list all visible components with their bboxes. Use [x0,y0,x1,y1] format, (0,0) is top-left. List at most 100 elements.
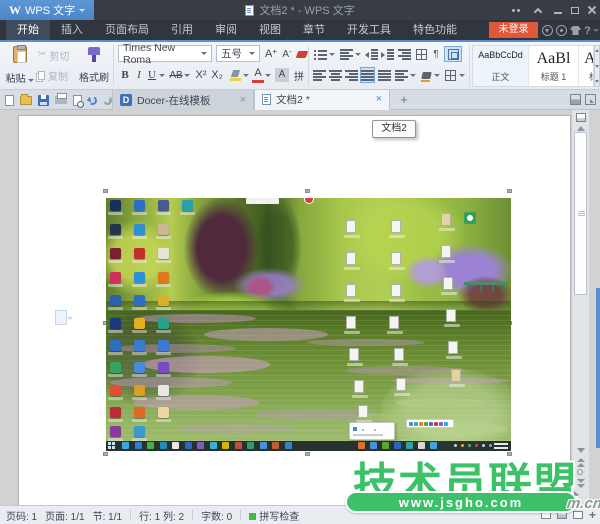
tab-view[interactable]: 视图 [248,20,292,40]
help-icon[interactable]: ? [585,24,598,37]
paragraph-layout-button[interactable] [444,46,462,62]
style-heading1[interactable]: AaBl 标题 1 [529,46,579,86]
document-page[interactable] [18,115,571,505]
tab-page-layout[interactable]: 页面布局 [94,20,160,40]
font-size-select[interactable]: 五号 [216,45,260,62]
highlight-dropdown[interactable] [242,67,250,83]
bold-button[interactable]: B [118,67,132,83]
shading-dropdown[interactable] [433,67,441,83]
selection-handle[interactable] [507,189,512,193]
selection-handle[interactable] [305,452,310,456]
close-tab-icon[interactable]: × [376,94,382,105]
bullets-dropdown[interactable] [328,46,336,62]
grow-font-button[interactable]: A+ [264,46,278,62]
cut-button[interactable]: ✂剪切 [38,48,69,62]
wps-menu-button[interactable]: W WPS 文字 [0,0,94,20]
subscript-button[interactable]: X₂ [209,67,225,83]
styles-scroll-strip[interactable] [594,45,600,87]
margin-widget-icon[interactable] [55,310,67,325]
tab-home[interactable]: 开始 [6,20,50,40]
font-family-select[interactable]: Times New Roma [118,45,212,62]
switch-window-icon[interactable] [585,94,596,105]
tab-review[interactable]: 审阅 [204,20,248,40]
close-button[interactable] [584,0,600,20]
numbering-dropdown[interactable] [354,46,362,62]
minimize-button[interactable] [550,0,566,20]
spell-check[interactable]: 拼写检查 [249,508,299,523]
selection-handle[interactable] [103,452,108,456]
borders-button[interactable] [443,67,458,83]
numbering-button[interactable] [338,46,354,62]
style-normal[interactable]: AaBbCcDd 正文 [473,46,529,86]
borders-dropdown[interactable] [458,67,466,83]
strikethrough-button[interactable]: AB [168,67,184,83]
new-tab-button[interactable]: + [396,92,412,108]
decrease-indent-button[interactable] [364,46,379,62]
show-marks-button[interactable] [430,46,442,62]
tab-list-icon[interactable] [570,94,581,105]
vertical-scrollbar[interactable] [571,110,589,505]
collapse-icon[interactable] [530,0,546,20]
web-view-icon[interactable] [573,511,583,519]
print-preview-icon[interactable] [73,95,82,106]
save-icon[interactable] [38,95,49,106]
align-right-button[interactable] [344,67,359,83]
login-button[interactable]: 未登录 [489,22,538,38]
document-image[interactable] [106,198,511,451]
copy-button[interactable]: 复制 [38,68,68,82]
pinyin-guide-button[interactable]: 拼 [292,67,306,83]
undo-icon[interactable] [87,94,98,105]
scroll-up-arrow[interactable] [577,126,585,131]
tab-insert[interactable]: 插入 [50,20,94,40]
history-icon[interactable] [555,24,568,37]
shrink-font-button[interactable]: A- [280,46,294,62]
maximize-button[interactable] [567,0,583,20]
tab-references[interactable]: 引用 [160,20,204,40]
new-document-icon[interactable] [5,95,14,106]
bullets-button[interactable] [312,46,328,62]
doc-tab-document2[interactable]: 文档2 * × [254,90,390,110]
font-color-button[interactable]: A [252,67,264,83]
download-icon[interactable] [541,24,554,37]
previous-page-button[interactable] [577,458,585,468]
open-folder-icon[interactable] [20,96,32,105]
justify-button[interactable] [360,67,375,83]
style-heading2[interactable]: Aa 标 [579,46,594,86]
tab-special-features[interactable]: 特色功能 [402,20,468,40]
superscript-button[interactable]: X² [193,67,209,83]
paste-button[interactable]: 粘贴 [5,44,35,87]
align-center-button[interactable] [328,67,343,83]
highlight-button[interactable] [228,67,242,83]
tab-section[interactable]: 章节 [292,20,336,40]
scroll-thumb[interactable] [574,132,587,295]
format-painter-button[interactable]: 格式刷 [76,44,112,87]
line-spacing-dropdown[interactable] [409,67,417,83]
doc-tab-docer[interactable]: D Docer-在线模板 × [112,90,254,110]
shading-button[interactable] [419,67,433,83]
underline-button[interactable]: U [146,67,158,83]
scroll-down-arrow[interactable] [577,448,585,453]
word-count[interactable]: 字数: 0 [201,508,232,523]
align-left-button[interactable] [312,67,327,83]
close-tab-icon[interactable]: × [240,95,246,106]
line-spacing-button[interactable] [394,67,409,83]
table-grid-button[interactable] [414,46,429,62]
ruler-toggle-icon[interactable] [576,113,586,122]
tab-developer[interactable]: 开发工具 [336,20,402,40]
underline-dropdown[interactable] [158,67,166,83]
font-color-dropdown[interactable] [264,67,272,83]
next-page-button[interactable] [577,479,585,489]
strikethrough-dropdown[interactable] [183,67,191,83]
char-shading-button[interactable]: A [274,67,290,83]
clear-format-button[interactable] [296,46,308,62]
line-column-indicator: 行: 1 列: 2 [139,508,184,523]
selection-handle[interactable] [305,189,310,193]
italic-button[interactable]: I [133,67,145,83]
selection-handle[interactable] [103,189,108,193]
increase-indent-button[interactable] [380,46,395,62]
print-icon[interactable] [55,96,67,104]
distribute-button[interactable] [377,67,392,83]
more-options-icon[interactable] [508,0,524,20]
text-direction-button[interactable] [397,46,412,62]
skin-icon[interactable] [569,24,582,37]
